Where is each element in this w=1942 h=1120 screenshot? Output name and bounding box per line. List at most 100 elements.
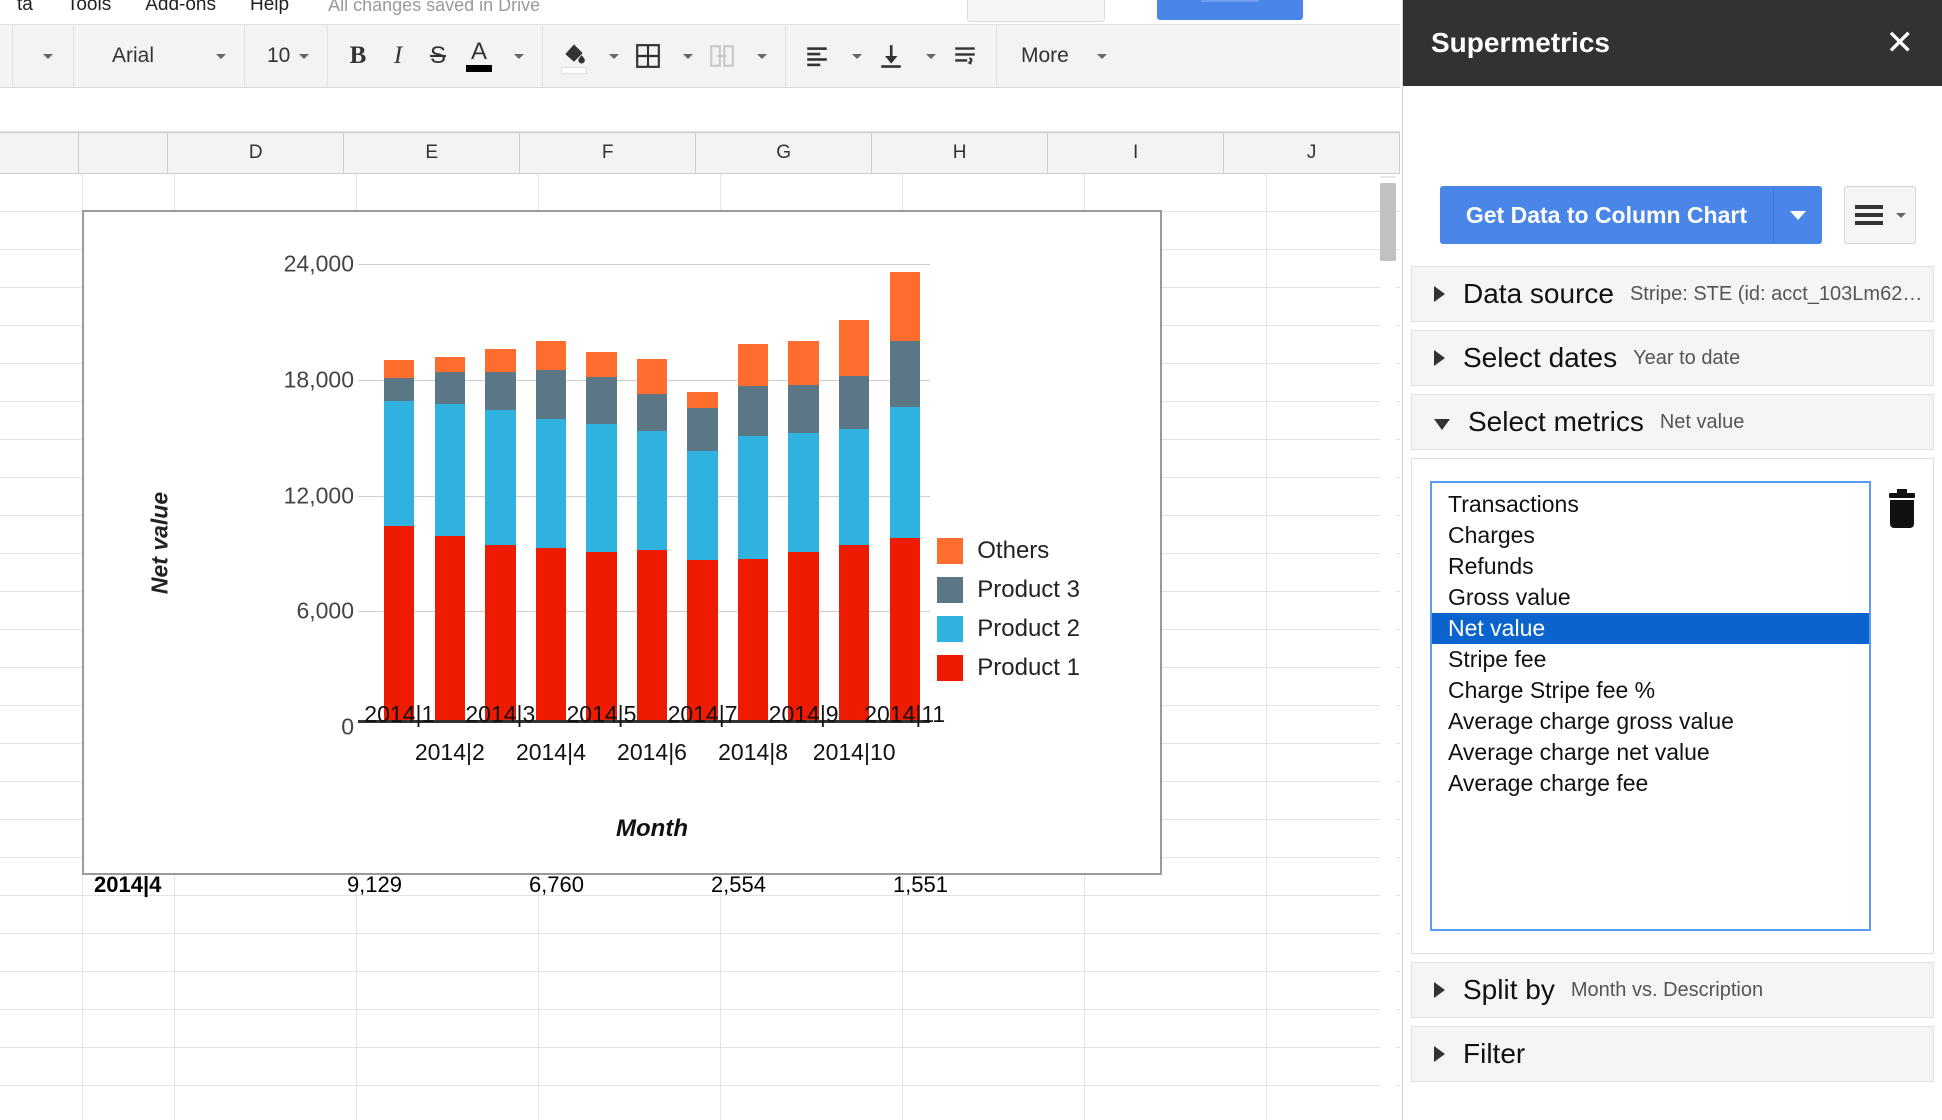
chart-legend-label: Product 3 xyxy=(977,576,1080,603)
vertical-scrollbar-thumb[interactable] xyxy=(1380,183,1396,261)
chart-y-tick-label: 6,000 xyxy=(296,597,354,624)
sidebar-actions: Get Data to Column Chart xyxy=(1403,86,1942,266)
merge-cells-caret[interactable] xyxy=(743,34,775,78)
menu-item-tools[interactable]: Tools xyxy=(50,0,128,16)
share-button[interactable] xyxy=(1157,0,1303,20)
hamburger-icon xyxy=(1854,205,1883,225)
chart-bar-segment xyxy=(839,429,870,546)
trash-icon[interactable] xyxy=(1889,489,1915,528)
column-header-h[interactable]: H xyxy=(872,133,1049,173)
toolbar-overflow-caret[interactable] xyxy=(23,34,63,78)
chart-bar-column[interactable] xyxy=(879,264,930,723)
column-header-partial[interactable] xyxy=(79,133,169,173)
table-cell[interactable]: 2,554 xyxy=(596,872,778,898)
chart-bar-column[interactable] xyxy=(425,264,476,723)
italic-button[interactable]: I xyxy=(378,34,418,78)
menu-item-addons[interactable]: Add-ons xyxy=(128,0,233,16)
vertical-align-caret[interactable] xyxy=(912,34,944,78)
more-button[interactable]: More xyxy=(1007,34,1083,78)
chart-bar-segment xyxy=(485,371,516,410)
column-header-i[interactable]: I xyxy=(1048,133,1225,173)
chart-bar-column[interactable] xyxy=(576,264,627,723)
column-header-f[interactable]: F xyxy=(520,133,697,173)
close-icon[interactable]: ✕ xyxy=(1886,26,1915,60)
horizontal-align-caret[interactable] xyxy=(838,34,870,78)
column-header-e[interactable]: E xyxy=(344,133,521,173)
sidebar-section-select_dates[interactable]: Select dates Year to date xyxy=(1411,330,1934,386)
table-cell[interactable]: 6,760 xyxy=(414,872,596,898)
table-cell[interactable]: 9,129 xyxy=(232,872,414,898)
chart-legend-item[interactable]: Product 3 xyxy=(937,576,1080,604)
grid-row[interactable] xyxy=(0,972,1400,1010)
metric-option[interactable]: Average charge gross value xyxy=(1432,706,1869,737)
grid-row[interactable] xyxy=(0,1086,1400,1120)
grid-row[interactable] xyxy=(0,934,1400,972)
chart-bar-column[interactable] xyxy=(728,264,779,723)
strikethrough-button[interactable]: S xyxy=(418,34,458,78)
chart-bar-column[interactable] xyxy=(829,264,880,723)
table-cell[interactable]: 2014|4 xyxy=(82,872,232,898)
chart-bar-segment xyxy=(737,344,769,387)
chart-y-axis-title: Net value xyxy=(146,491,173,594)
column-header-j[interactable]: J xyxy=(1224,133,1400,173)
sidebar-section-title: Select metrics xyxy=(1468,406,1644,437)
chart-plot-area xyxy=(358,264,930,723)
sidebar-section-split_by[interactable]: Split by Month vs. Description xyxy=(1411,962,1934,1018)
vertical-align-button[interactable] xyxy=(870,34,912,78)
column-header-d[interactable]: D xyxy=(168,133,345,173)
chart-legend-item[interactable]: Product 1 xyxy=(937,654,1080,682)
horizontal-align-button[interactable] xyxy=(796,34,838,78)
text-color-button[interactable]: A xyxy=(458,34,500,78)
chart-legend-item[interactable]: Product 2 xyxy=(937,615,1080,643)
chart-bar-column[interactable] xyxy=(627,264,678,723)
chart-bar-segment xyxy=(889,341,920,408)
merge-cells-button[interactable] xyxy=(701,34,743,78)
metric-option[interactable]: Gross value xyxy=(1432,582,1869,613)
align-bottom-icon xyxy=(881,45,901,68)
metric-option[interactable]: Transactions xyxy=(1432,489,1869,520)
sidebar-section-select_metrics[interactable]: Select metrics Net value xyxy=(1411,394,1934,450)
get-data-dropdown-button[interactable] xyxy=(1774,186,1822,244)
comments-button[interactable] xyxy=(967,0,1105,22)
text-wrap-button[interactable] xyxy=(944,34,986,78)
metric-option[interactable]: Net value xyxy=(1432,613,1869,644)
chart-bar-column[interactable] xyxy=(677,264,728,723)
chart-bar-column[interactable] xyxy=(475,264,526,723)
metrics-listbox[interactable]: Transactions Charges Refunds Gross value Net… xyxy=(1430,481,1871,931)
chart-legend-item[interactable]: Others xyxy=(937,537,1080,565)
font-family-select[interactable]: Arial xyxy=(84,34,234,78)
more-caret[interactable] xyxy=(1083,34,1115,78)
chart-object[interactable]: Net value 0 6,000 12,000 18,000 24,000 2014|… xyxy=(82,210,1162,875)
chart-bar-column[interactable] xyxy=(374,264,425,723)
table-cell[interactable]: 1,551 xyxy=(778,872,960,898)
sidebar-section-data_source[interactable]: Data source Stripe: STE (id: acct_103Lm62… xyxy=(1411,266,1934,322)
sidebar-menu-button[interactable] xyxy=(1844,186,1916,244)
borders-caret[interactable] xyxy=(669,34,701,78)
chart-legend-label: Product 1 xyxy=(977,654,1080,681)
metric-option[interactable]: Charges xyxy=(1432,520,1869,551)
chart-bar-segment xyxy=(839,320,870,376)
borders-button[interactable] xyxy=(627,34,669,78)
chart-bar-column[interactable] xyxy=(778,264,829,723)
grid-row[interactable] xyxy=(0,1010,1400,1048)
grid-row[interactable] xyxy=(0,174,1400,212)
metric-option[interactable]: Stripe fee xyxy=(1432,644,1869,675)
metric-option[interactable]: Charge Stripe fee % xyxy=(1432,675,1869,706)
metric-option[interactable]: Average charge fee xyxy=(1432,768,1869,799)
text-color-caret[interactable] xyxy=(500,34,532,78)
chart-bar-column[interactable] xyxy=(526,264,577,723)
menu-item-data[interactable]: ta xyxy=(0,0,50,16)
font-size-select[interactable]: 10 xyxy=(255,34,317,78)
fill-color-button[interactable] xyxy=(553,34,595,78)
sidebar-section-filter[interactable]: Filter xyxy=(1411,1026,1934,1082)
metric-option[interactable]: Refunds xyxy=(1432,551,1869,582)
column-header-g[interactable]: G xyxy=(696,133,873,173)
menu-item-help[interactable]: Help xyxy=(233,0,306,16)
bold-button[interactable]: B xyxy=(338,34,378,78)
grid-row[interactable] xyxy=(0,1048,1400,1086)
get-data-button[interactable]: Get Data to Column Chart xyxy=(1439,186,1774,244)
vertical-scrollbar-track[interactable] xyxy=(1380,178,1396,1118)
metric-option[interactable]: Average charge net value xyxy=(1432,737,1869,768)
chart-legend-label: Others xyxy=(977,537,1050,564)
fill-color-caret[interactable] xyxy=(595,34,627,78)
